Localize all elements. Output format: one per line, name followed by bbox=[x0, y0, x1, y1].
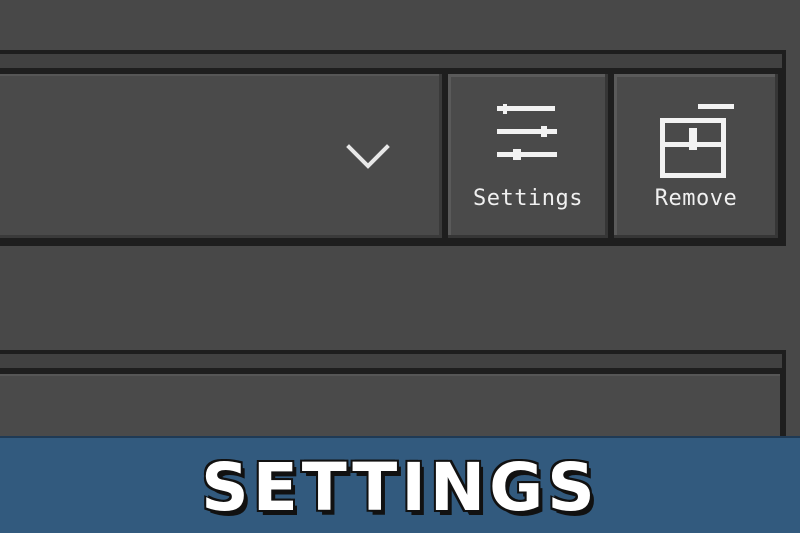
chevron-down-icon bbox=[346, 144, 390, 169]
banner-title: SETTINGS bbox=[201, 448, 599, 526]
screen: Settings Remove SETTINGS bbox=[0, 0, 800, 533]
trash-can-icon bbox=[660, 104, 734, 178]
remove-label: Remove bbox=[654, 186, 738, 211]
pack-row: Settings Remove bbox=[0, 50, 786, 246]
pack-dropdown[interactable] bbox=[0, 74, 442, 238]
pack-row-header bbox=[0, 54, 782, 71]
settings-label: Settings bbox=[473, 186, 583, 211]
remove-button[interactable]: Remove bbox=[614, 74, 778, 238]
pack-row-second-header bbox=[0, 354, 782, 371]
caption-banner: SETTINGS bbox=[0, 436, 800, 533]
settings-button[interactable]: Settings bbox=[448, 74, 608, 238]
sliders-icon bbox=[497, 104, 557, 160]
